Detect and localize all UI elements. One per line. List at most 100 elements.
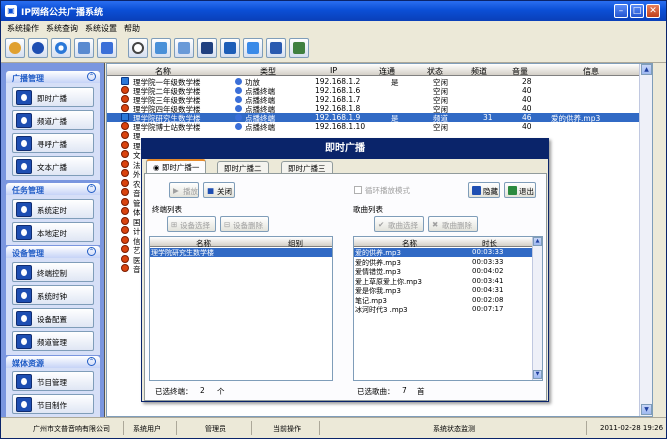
list-item[interactable]: 爱的供养.mp3 00:03:33 bbox=[354, 258, 532, 267]
snow-icon[interactable] bbox=[243, 38, 263, 58]
sidebar-item-terminal-control[interactable]: 终端控制 bbox=[12, 262, 94, 282]
sidebar-item-program-manage[interactable]: 节目管理 bbox=[12, 371, 94, 391]
table-row[interactable]: 体 bbox=[107, 207, 142, 217]
list-item[interactable]: 冰河时代3 .mp3 00:07:17 bbox=[354, 305, 532, 314]
table-row[interactable]: 理 bbox=[107, 140, 142, 151]
sidebar-item-paging[interactable]: 寻呼广播 bbox=[12, 133, 94, 153]
tree-icon[interactable] bbox=[174, 38, 194, 58]
table-row[interactable]: 国 bbox=[107, 216, 142, 227]
song-select-button[interactable]: ✔ 歌曲选择 bbox=[374, 216, 424, 232]
menu-system-query[interactable]: 系统查询 bbox=[46, 23, 78, 34]
device-delete-button[interactable]: ⊟ 设备删除 bbox=[220, 216, 269, 232]
film-icon[interactable] bbox=[266, 38, 286, 58]
table-row[interactable]: 艺 bbox=[107, 245, 142, 255]
sidebar-item-device-config[interactable]: 设备配置 bbox=[12, 308, 94, 328]
table-row[interactable]: 法 bbox=[107, 159, 142, 170]
maximize-button[interactable]: □ bbox=[630, 4, 644, 18]
broadcast-icon[interactable] bbox=[28, 38, 48, 58]
sidebar-item-program-make[interactable]: 节目制作 bbox=[12, 394, 94, 414]
table-row[interactable]: 医 bbox=[107, 254, 142, 265]
column-header[interactable]: 名称 bbox=[155, 66, 171, 77]
monitor-icon[interactable] bbox=[197, 38, 217, 58]
group-task-header[interactable]: 任务管理 ⌃ bbox=[6, 183, 100, 195]
list-item[interactable]: 爱的供养.mp3 00:03:33 bbox=[354, 248, 532, 257]
column-header[interactable]: 信息 bbox=[583, 66, 599, 77]
sidebar-item-channel-broadcast[interactable]: 频道广播 bbox=[12, 110, 94, 130]
tab-instant-3[interactable]: 即时广播三 bbox=[281, 161, 333, 173]
hide-button[interactable]: 隐藏 bbox=[468, 182, 500, 198]
column-header[interactable]: 频道 bbox=[471, 66, 487, 77]
collapse-icon[interactable]: ⌃ bbox=[87, 72, 96, 81]
column-header[interactable]: 连通 bbox=[379, 66, 395, 77]
group-broadcast-header[interactable]: 广播管理 ⌃ bbox=[6, 71, 100, 83]
sidebar-item-label: 节目制作 bbox=[37, 401, 67, 410]
tab-instant-2[interactable]: 即时广播二 bbox=[217, 161, 269, 173]
list-item[interactable]: 爱是你我.mp3 00:04:31 bbox=[354, 286, 532, 295]
minimize-button[interactable]: – bbox=[614, 4, 628, 18]
selected-songs-label: 已选歌曲： bbox=[357, 387, 395, 396]
sidebar-item-instant-broadcast[interactable]: 即时广播 bbox=[12, 87, 94, 107]
column-header[interactable]: 音量 bbox=[512, 66, 528, 77]
table-row[interactable]: 理学院一年级数学楼 功放 192.168.1.2 是空闲 28 bbox=[107, 77, 652, 87]
list-item[interactable]: 爱情错觉.mp3 00:04:02 bbox=[354, 267, 532, 276]
group-media-header[interactable]: 媒体资源 ⌃ bbox=[6, 356, 100, 368]
status-bar: 广州市文普音响有限公司 系统用户 管理员 当前操作 系统状态监测 2011-02… bbox=[1, 417, 666, 438]
table-row[interactable]: 计 bbox=[107, 226, 142, 236]
cross-icon: ✖ bbox=[432, 220, 439, 229]
users-icon[interactable] bbox=[5, 38, 25, 58]
scroll-down-icon[interactable]: ▼ bbox=[533, 370, 542, 379]
table-row[interactable]: 理学院四年级数学楼 点播终端 192.168.1.8 空闲 40 bbox=[107, 104, 652, 114]
exit-icon[interactable] bbox=[289, 38, 309, 58]
table-row[interactable]: 管 bbox=[107, 197, 142, 208]
group-device-header[interactable]: 设备管理 ⌃ bbox=[6, 246, 100, 258]
table-row[interactable]: 理学院三年级数学楼 点播终端 192.168.1.7 空闲 40 bbox=[107, 95, 652, 105]
table-row[interactable]: 文 bbox=[107, 150, 142, 160]
edit-icon[interactable] bbox=[74, 38, 94, 58]
spinner-icon[interactable] bbox=[51, 38, 71, 58]
column-header[interactable]: 状态 bbox=[427, 66, 443, 77]
table-scrollbar[interactable]: ▲ ▼ bbox=[639, 64, 652, 416]
song-delete-button[interactable]: ✖ 歌曲删除 bbox=[428, 216, 478, 232]
sidebar-item-system-timer[interactable]: 系统定时 bbox=[12, 199, 94, 219]
table-row[interactable]: 理学院博士站数学楼 点播终端 192.168.1.10 空闲 40 bbox=[107, 122, 652, 132]
sidebar-item-channel-manage[interactable]: 频道管理 bbox=[12, 331, 94, 351]
column-header[interactable]: 类型 bbox=[260, 66, 276, 77]
table-row[interactable]: 农 bbox=[107, 178, 142, 189]
table-row[interactable]: 音 bbox=[107, 188, 142, 198]
collapse-icon[interactable]: ⌃ bbox=[87, 184, 96, 193]
table-row[interactable]: 音 bbox=[107, 264, 142, 274]
play-button[interactable]: ▶ 播放 bbox=[169, 182, 199, 198]
menu-help[interactable]: 帮助 bbox=[124, 23, 140, 34]
scroll-up-icon[interactable]: ▲ bbox=[533, 237, 542, 246]
table-row[interactable]: 外 bbox=[107, 169, 142, 179]
list-item[interactable]: 理学院研究生数学楼 bbox=[150, 248, 332, 257]
close-button[interactable]: ✕ bbox=[646, 4, 660, 18]
loop-mode-checkbox[interactable] bbox=[354, 186, 362, 194]
list-item[interactable]: 爱上草原爱上你.mp3 00:03:41 bbox=[354, 277, 532, 286]
menu-system-settings[interactable]: 系统设置 bbox=[85, 23, 117, 34]
stop-button[interactable]: ■ 关闭 bbox=[203, 182, 235, 198]
list-item[interactable]: 笔记.mp3 00:02:08 bbox=[354, 296, 532, 305]
sidebar-item-local-timer[interactable]: 本地定时 bbox=[12, 222, 94, 242]
menu-system-operation[interactable]: 系统操作 bbox=[7, 23, 39, 34]
table-row[interactable]: 理 bbox=[107, 131, 142, 141]
table-row[interactable]: 信 bbox=[107, 235, 142, 246]
table-row[interactable]: 理学院研究生数学楼 点播终端 192.168.1.9 是频道 31 46 爱的供养.mp3 bbox=[107, 113, 652, 123]
tab-instant-1[interactable]: ◉ 即时广播一 bbox=[146, 159, 207, 173]
antenna-icon[interactable] bbox=[220, 38, 240, 58]
collapse-icon[interactable]: ⌃ bbox=[87, 247, 96, 256]
sidebar-item-text-broadcast[interactable]: 文本广播 bbox=[12, 156, 94, 176]
song-name: 笔记.mp3 bbox=[355, 296, 387, 305]
scroll-down-icon[interactable]: ▼ bbox=[641, 404, 652, 415]
column-header[interactable]: IP bbox=[330, 66, 337, 75]
table-row[interactable]: 理学院二年级数学楼 点播终端 192.168.1.6 空闲 40 bbox=[107, 86, 652, 96]
clock-icon[interactable] bbox=[128, 38, 148, 58]
collapse-icon[interactable]: ⌃ bbox=[87, 357, 96, 366]
device-select-button[interactable]: ⊞ 设备选择 bbox=[167, 216, 216, 232]
folder-icon[interactable] bbox=[151, 38, 171, 58]
book-icon[interactable] bbox=[97, 38, 117, 58]
scroll-up-icon[interactable]: ▲ bbox=[641, 64, 652, 75]
song-list-scrollbar[interactable]: ▲ ▼ bbox=[532, 237, 542, 380]
sidebar-item-system-clock[interactable]: 系统时钟 bbox=[12, 285, 94, 305]
exit-button[interactable]: 退出 bbox=[504, 182, 536, 198]
